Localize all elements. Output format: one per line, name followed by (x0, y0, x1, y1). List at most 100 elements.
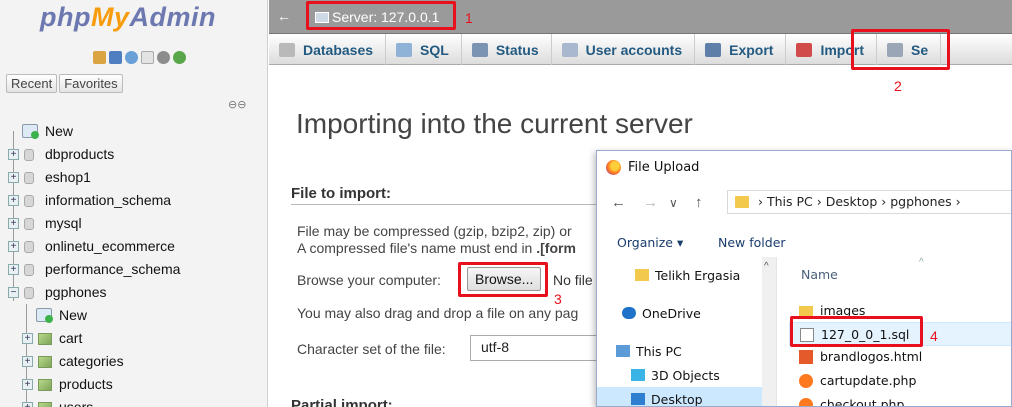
tab-label: Export (729, 41, 774, 58)
tree-item-table[interactable]: + categories (8, 350, 263, 373)
tab-export[interactable]: Export (695, 34, 787, 65)
reload-icon[interactable] (173, 51, 186, 64)
scroll-up-icon[interactable]: ^ (764, 261, 769, 272)
name-column-header[interactable]: Name (801, 267, 838, 282)
expand-icon[interactable]: + (8, 218, 19, 229)
divider (291, 204, 596, 205)
nav-item-telikh-ergasia[interactable]: Telikh Ergasia (597, 263, 762, 289)
organize-menu[interactable]: Organize ▾ (617, 235, 683, 250)
address-bar[interactable]: › This PC › Desktop › pgphones › (727, 190, 1011, 214)
drag-drop-hint: You may also drag and drop a file on any… (297, 305, 579, 321)
expand-icon[interactable]: + (8, 264, 19, 275)
expand-icon[interactable]: + (8, 149, 19, 160)
firefox-icon (799, 374, 813, 388)
expand-icon[interactable]: + (22, 402, 33, 407)
compression-hint: File may be compressed (gzip, bzip2, zip… (297, 223, 572, 239)
annotation-box-import (851, 29, 950, 70)
collapse-icon[interactable]: − (8, 287, 19, 298)
table-icon (38, 379, 52, 391)
tree-item-new[interactable]: New (8, 120, 263, 143)
database-icon (24, 218, 34, 230)
firefox-icon (606, 160, 621, 175)
export-icon (705, 42, 722, 57)
tree-item-database[interactable]: + information_schema (8, 189, 263, 212)
recent-locations-chevron-icon[interactable]: ∨ (669, 196, 678, 210)
database-icon (279, 42, 295, 57)
database-icon (24, 241, 34, 253)
tab-label: User accounts (585, 41, 683, 58)
tab-status[interactable]: Status (462, 34, 552, 65)
expand-icon[interactable]: + (22, 333, 33, 344)
nav-item-desktop[interactable]: Desktop (597, 387, 762, 407)
expand-icon[interactable]: + (22, 379, 33, 390)
navigation-scrollbar[interactable] (762, 257, 776, 406)
nav-item-label: Desktop (651, 392, 703, 407)
tree-item-new[interactable]: New (8, 304, 263, 327)
logout-icon[interactable] (109, 51, 122, 64)
help-icon[interactable] (125, 51, 138, 64)
tab-sql[interactable]: SQL (386, 34, 462, 65)
no-file-status: No file (553, 272, 593, 288)
new-item-icon (36, 308, 53, 323)
file-row[interactable]: cartupdate.php (789, 369, 1011, 393)
tree-item-label: users (59, 399, 94, 407)
nav-item-3d-objects[interactable]: 3D Objects (597, 363, 762, 389)
new-folder-button[interactable]: New folder (718, 235, 786, 250)
tree-item-database[interactable]: + onlinetu_ecommerce (8, 235, 263, 258)
annotation-number: 3 (554, 291, 562, 307)
annotation-box-sql-file (790, 316, 923, 347)
desktop-icon (631, 393, 645, 405)
docs-icon[interactable] (141, 51, 154, 64)
settings-gear-icon[interactable] (157, 51, 170, 64)
favorites-tab[interactable]: Favorites (59, 74, 123, 93)
back-arrow-icon[interactable]: ← (611, 194, 626, 211)
recent-tab[interactable]: Recent (6, 74, 58, 93)
filename-hint: A compressed file's name must end in .[f… (297, 240, 576, 256)
html-file-icon (799, 350, 813, 364)
tab-label: Databases (303, 41, 374, 58)
tree-item-database[interactable]: + eshop1 (8, 166, 263, 189)
annotation-box-browse (458, 262, 548, 297)
up-arrow-icon[interactable]: ↑ (695, 194, 703, 211)
status-icon (471, 42, 488, 57)
tab-user-accounts[interactable]: User accounts (552, 34, 696, 65)
expand-icon[interactable]: + (8, 241, 19, 252)
tab-label: Status (495, 41, 539, 58)
phpmyadmin-logo[interactable]: phpMyAdmin (40, 2, 216, 33)
dialog-titlebar[interactable]: File Upload (597, 151, 1011, 183)
file-row[interactable]: checkout.php (789, 393, 1011, 406)
database-icon (24, 149, 34, 161)
expand-icon[interactable]: + (8, 172, 19, 183)
charset-select[interactable]: utf-8 (470, 335, 600, 361)
link-icon[interactable]: ⊖⊖ (228, 98, 246, 111)
file-name: cartupdate.php (820, 373, 917, 388)
expand-icon[interactable]: + (22, 356, 33, 367)
navigation-sidebar: phpMyAdmin Recent Favorites ⊖⊖ New + dbpro… (0, 0, 268, 407)
file-name: brandlogos.html (820, 349, 923, 364)
tree-item-database[interactable]: + dbproducts (8, 143, 263, 166)
charset-label: Character set of the file: (297, 341, 446, 357)
tree-item-table[interactable]: + cart (8, 327, 263, 350)
logo-php: php (40, 2, 91, 32)
tree-item-label: New (59, 307, 88, 323)
nav-item-onedrive[interactable]: OneDrive (597, 301, 762, 327)
tab-databases[interactable]: Databases (269, 34, 387, 65)
expand-icon[interactable]: + (8, 195, 19, 206)
dialog-title: File Upload (628, 160, 700, 175)
tree-item-database[interactable]: − pgphones (8, 281, 263, 304)
filename-hint-text: A compressed file's name must end in (297, 240, 537, 256)
tree-item-table[interactable]: + users (8, 396, 263, 407)
annotation-number: 4 (930, 328, 938, 344)
forward-arrow-icon[interactable]: → (643, 194, 658, 211)
tree-item-database[interactable]: + mysql (8, 212, 263, 235)
collapse-arrow-icon[interactable]: ← (277, 8, 291, 24)
nav-item-label: This PC (636, 344, 682, 359)
tree-item-database[interactable]: + performance_schema (8, 258, 263, 281)
command-bar: Organize ▾ New folder (597, 229, 1011, 257)
database-icon (24, 287, 34, 299)
nav-item-this-pc[interactable]: This PC (597, 339, 762, 365)
file-row[interactable]: brandlogos.html (789, 345, 1011, 369)
home-icon[interactable] (93, 51, 106, 64)
tree-item-table[interactable]: + products (8, 373, 263, 396)
recent-favorites-tabs: Recent Favorites (6, 74, 123, 93)
